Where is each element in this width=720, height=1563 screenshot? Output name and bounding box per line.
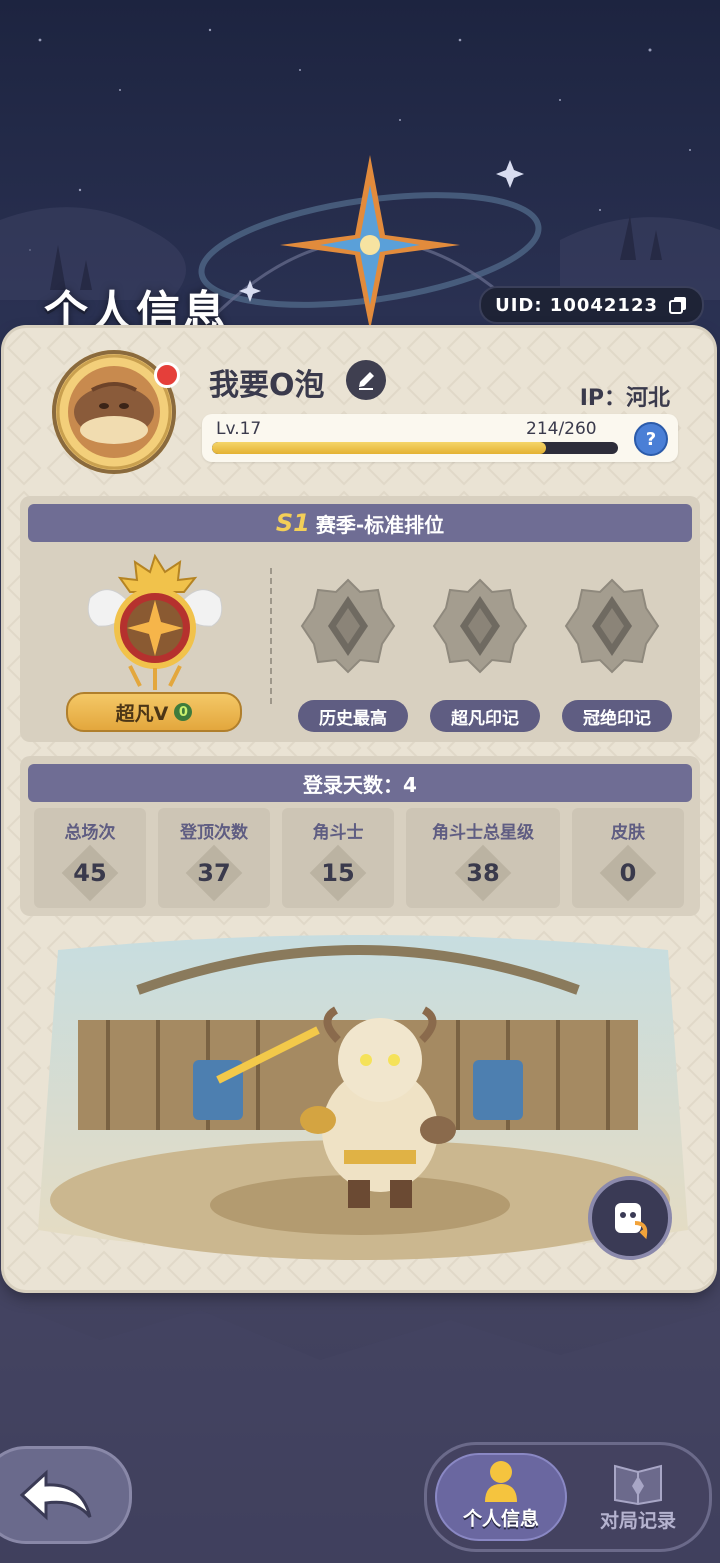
rank-stars: 0	[174, 703, 193, 721]
exp-progress-fill	[212, 442, 547, 454]
rank-name: 超凡V	[115, 702, 169, 725]
player-nickname: 我要O泡	[209, 368, 325, 403]
rank-emblem-icon[interactable]	[80, 548, 230, 698]
season-header: S1 赛季-标准排位	[28, 504, 692, 542]
level-help-button[interactable]: ?	[634, 422, 668, 456]
stat-top-count: 登顶次数 37	[158, 808, 270, 908]
login-days-header: 登录天数：4	[28, 764, 692, 802]
level-label: Lv.17	[216, 419, 262, 439]
stat-total-matches: 总场次 45	[34, 808, 146, 908]
profile-card: 我要O泡 IP：河北 Lv.17 214/260 ? S1 赛季-标准排位 超凡…	[4, 328, 714, 1290]
tab-label: 对局记录	[599, 1510, 676, 1532]
level-progress-box: Lv.17 214/260 ?	[202, 414, 678, 462]
edit-nickname-button[interactable]	[346, 360, 386, 400]
notification-dot	[154, 362, 180, 388]
tab-label: 个人信息	[462, 1508, 539, 1530]
mark-chaofan[interactable]: 超凡印记	[430, 576, 540, 732]
empty-rank-icon	[432, 578, 528, 674]
empty-rank-icon	[300, 578, 396, 674]
season-badge: S1	[275, 509, 310, 537]
mark-label: 超凡印记	[430, 700, 540, 732]
stat-value: 45	[73, 859, 107, 887]
bottom-nav: 个人信息 对局记录	[424, 1442, 712, 1552]
tab-match-history[interactable]: 对局记录	[575, 1453, 701, 1541]
stat-value: 37	[197, 859, 231, 887]
rank-tier-pill: 超凡V 0	[66, 692, 242, 732]
ip-location: IP：河北	[579, 386, 670, 411]
divider	[270, 568, 272, 708]
book-icon	[614, 1464, 662, 1506]
stat-label: 总场次	[64, 823, 116, 843]
stat-gladiators: 角斗士 15	[282, 808, 394, 908]
character-switch-icon	[615, 1203, 648, 1240]
empty-rank-icon	[564, 578, 660, 674]
stat-label: 登顶次数	[180, 823, 248, 843]
mark-label: 冠绝印记	[562, 700, 672, 732]
stat-value: 38	[466, 859, 500, 887]
stat-gladiator-stars: 角斗士总星级 38	[406, 808, 560, 908]
stats-panel: 登录天数：4 总场次 45 登顶次数 37 角斗士 15 角斗士总星级 38 皮…	[20, 756, 700, 916]
exp-progress-bar	[212, 442, 618, 454]
season-title: 赛季-标准排位	[315, 512, 445, 537]
mark-guanjue[interactable]: 冠绝印记	[562, 576, 672, 732]
stat-value: 0	[619, 859, 637, 887]
season-rank-panel: S1 赛季-标准排位 超凡V 0 历史最高 超凡印记 冠绝印记	[20, 496, 700, 742]
mark-label: 历史最高	[298, 700, 408, 732]
stat-skins: 皮肤 0	[572, 808, 684, 908]
switch-skin-button[interactable]	[588, 1176, 672, 1260]
stat-label: 角斗士总星级	[432, 823, 534, 843]
stat-value: 15	[321, 859, 355, 887]
exp-value: 214/260	[526, 419, 597, 439]
login-days-text: 登录天数：4	[303, 772, 417, 797]
stat-label: 角斗士	[312, 823, 364, 843]
back-button[interactable]	[0, 1446, 132, 1544]
mark-history-best[interactable]: 历史最高	[298, 576, 408, 732]
pencil-icon	[359, 372, 374, 390]
uid-copy-button[interactable]: UID: 10042123	[479, 286, 704, 324]
tab-profile[interactable]: 个人信息	[435, 1453, 567, 1541]
uid-text: UID: 10042123	[495, 294, 658, 316]
person-icon	[485, 1461, 517, 1502]
stat-label: 皮肤	[611, 823, 645, 843]
copy-icon	[669, 297, 686, 314]
back-arrow-icon	[19, 1469, 92, 1521]
